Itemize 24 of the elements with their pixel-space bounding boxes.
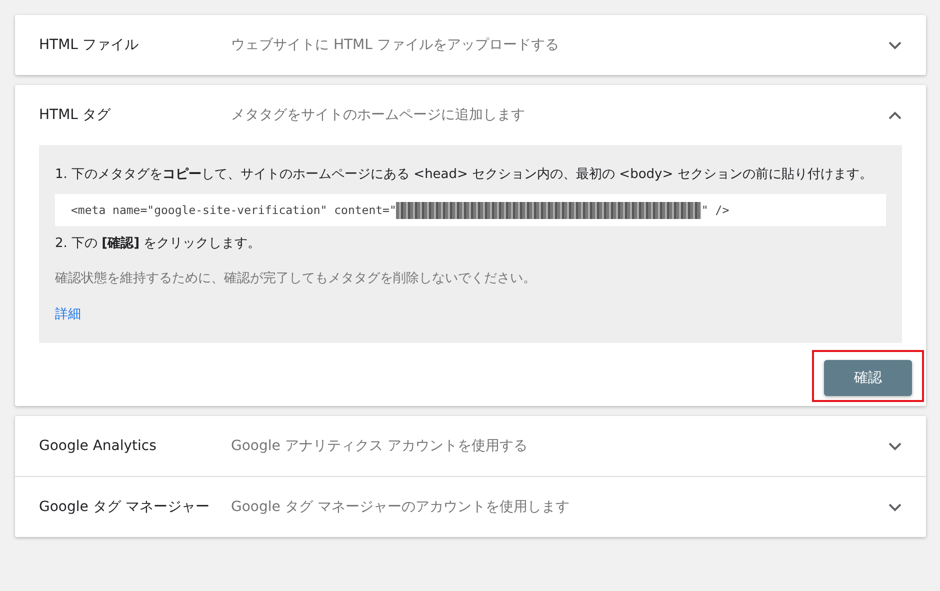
- method-header[interactable]: Google タグ マネージャー Google タグ マネージャーのアカウントを使用します: [15, 476, 926, 537]
- method-header[interactable]: Google Analytics Google アナリティクス アカウントを使用する: [15, 416, 926, 476]
- verify-button[interactable]: 確認: [824, 360, 912, 396]
- chevron-icon: [888, 40, 902, 50]
- code-text: <meta name="google-site-verification" content=": [71, 203, 396, 217]
- method-header[interactable]: HTML タグ メタタグをサイトのホームページに追加します: [15, 85, 926, 145]
- method-header[interactable]: HTML ファイル ウェブサイトに HTML ファイルをアップロードする: [15, 15, 926, 75]
- method-title: HTML タグ: [39, 106, 112, 124]
- step-text: 2. 下の [確認] をクリックします。: [55, 235, 262, 253]
- details-link[interactable]: 詳細: [55, 305, 81, 323]
- method-description: メタタグをサイトのホームページに追加します: [231, 106, 526, 124]
- method-description: ウェブサイトに HTML ファイルをアップロードする: [231, 36, 560, 54]
- method-title: Google タグ マネージャー: [39, 498, 210, 516]
- chevron-icon: [888, 502, 902, 512]
- step-text: 1. 下のメタタグをコピーして、サイトのホームページにある <head> セクション内の、最初の <body> セクションの前に貼り付けます。: [55, 166, 874, 184]
- code-text: " />: [701, 203, 730, 217]
- method-title: HTML ファイル: [39, 36, 140, 54]
- method-title: Google Analytics: [39, 438, 158, 454]
- chevron-icon: [888, 110, 902, 120]
- method-description: Google タグ マネージャーのアカウントを使用します: [231, 498, 570, 516]
- code-snippet[interactable]: <meta name="google-site-verification" content=" " />: [55, 194, 886, 226]
- note-text: 確認状態を維持するために、確認が完了してもメタタグを削除しないでください。: [55, 270, 537, 287]
- chevron-icon: [888, 442, 902, 450]
- method-description: Google アナリティクス アカウントを使用する: [231, 437, 528, 455]
